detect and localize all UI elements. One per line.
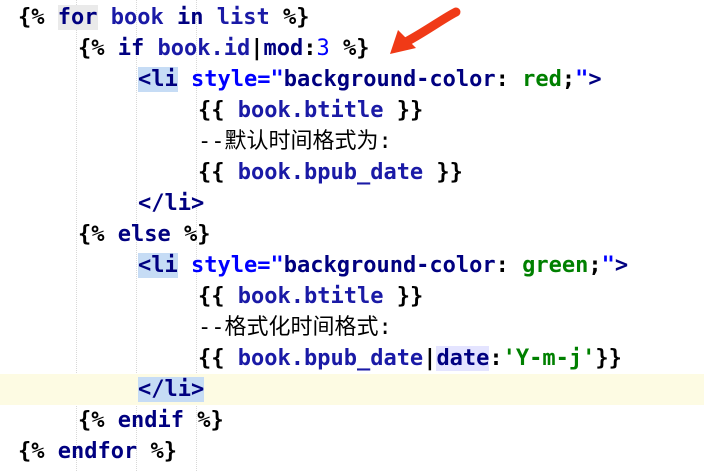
quote: " — [575, 67, 589, 92]
colon: : — [495, 67, 523, 92]
code-line-12[interactable]: {{ book.bpub_date|date:'Y-m-j'}} — [0, 343, 704, 374]
variable-book-bpub-date: book.bpub_date — [237, 160, 424, 185]
tag-bracket: < — [138, 253, 152, 278]
code-line-13[interactable]: </li> — [0, 374, 704, 405]
variable-book-bpub-date: book.bpub_date — [237, 346, 424, 371]
filter-mod: mod — [263, 36, 304, 61]
variable-book: book — [110, 5, 164, 30]
quote: " — [601, 253, 615, 278]
colon: : — [495, 253, 523, 278]
semicolon: ; — [588, 253, 602, 278]
code-line-7[interactable]: </li> — [0, 188, 704, 219]
code-line-8[interactable]: {% else %} — [0, 219, 704, 250]
template-open: {% — [78, 222, 118, 247]
attr-style: style= — [191, 253, 271, 278]
template-close: %} — [170, 222, 211, 247]
li-open-tag: <li — [138, 67, 178, 92]
code-editor[interactable]: {% for book in list %} {% if book.id|mod… — [0, 0, 704, 471]
red-arrow-icon — [390, 7, 461, 54]
keyword-endfor: endfor — [57, 439, 138, 464]
code-line-10[interactable]: {{ book.btitle }} — [0, 281, 704, 312]
var-open: {{ — [198, 98, 238, 123]
variable-book-btitle: book.btitle — [237, 284, 384, 309]
css-property: background-color — [283, 67, 496, 92]
li-close-tag: </li> — [138, 377, 205, 402]
code-line-15[interactable]: {% endfor %} — [0, 436, 704, 467]
keyword-for: for — [57, 5, 98, 30]
colon: : — [489, 346, 503, 371]
pipe: | — [250, 36, 264, 61]
tag-bracket: > — [588, 67, 602, 92]
variable-list: list — [216, 5, 270, 30]
code-line-9[interactable]: <li style="background-color: green;"> — [0, 250, 704, 281]
var-close: }} — [423, 160, 463, 185]
var-open: {{ — [198, 284, 238, 309]
var-close: }} — [383, 284, 424, 309]
string-literal: 'Y-m-j' — [502, 346, 596, 371]
code-line-11[interactable]: --格式化时间格式: — [0, 312, 704, 343]
variable-book-id: book.id — [157, 36, 251, 61]
tag-name: li — [151, 67, 178, 92]
template-open: {% — [18, 5, 58, 30]
template-close: %} — [269, 5, 310, 30]
code-line-6[interactable]: {{ book.bpub_date }} — [0, 157, 704, 188]
attr-style: style= — [191, 67, 271, 92]
li-close-tag: </li> — [138, 191, 205, 216]
tag-name: li — [151, 253, 178, 278]
tag-bracket: < — [138, 67, 152, 92]
keyword-if: if — [117, 36, 145, 61]
var-open: {{ — [198, 160, 238, 185]
colon: : — [303, 36, 317, 61]
li-open-tag: <li — [138, 253, 178, 278]
quote: " — [270, 253, 284, 278]
css-value-green: green — [522, 253, 589, 278]
var-open: {{ — [198, 346, 238, 371]
tag-bracket: > — [614, 253, 629, 278]
var-close: }} — [383, 98, 424, 123]
filter-date: date — [436, 346, 490, 371]
css-property: background-color — [283, 253, 496, 278]
template-close: %} — [137, 439, 177, 464]
number-literal: 3 — [316, 36, 330, 61]
template-open: {% — [18, 439, 58, 464]
semicolon: ; — [561, 67, 576, 92]
template-close: %} — [329, 36, 370, 61]
template-open: {% — [78, 408, 118, 433]
code-line-5[interactable]: --默认时间格式为: — [0, 126, 704, 157]
keyword-else: else — [117, 222, 171, 247]
code-line-3[interactable]: <li style="background-color: red;"> — [0, 64, 704, 95]
plain-text: --默认时间格式为: — [198, 129, 392, 154]
keyword-in: in — [176, 5, 204, 30]
plain-text: --格式化时间格式: — [198, 315, 392, 340]
code-line-2[interactable]: {% if book.id|mod:3 %} — [0, 33, 704, 64]
template-open: {% — [78, 36, 118, 61]
variable-book-btitle: book.btitle — [237, 98, 384, 123]
var-close: }} — [595, 346, 622, 371]
keyword-endif: endif — [117, 408, 184, 433]
pipe: | — [423, 346, 437, 371]
code-line-4[interactable]: {{ book.btitle }} — [0, 95, 704, 126]
template-close: %} — [183, 408, 224, 433]
code-line-14[interactable]: {% endif %} — [0, 405, 704, 436]
code-line-1[interactable]: {% for book in list %} — [0, 2, 704, 33]
quote: " — [270, 67, 284, 92]
css-value-red: red — [522, 67, 562, 92]
